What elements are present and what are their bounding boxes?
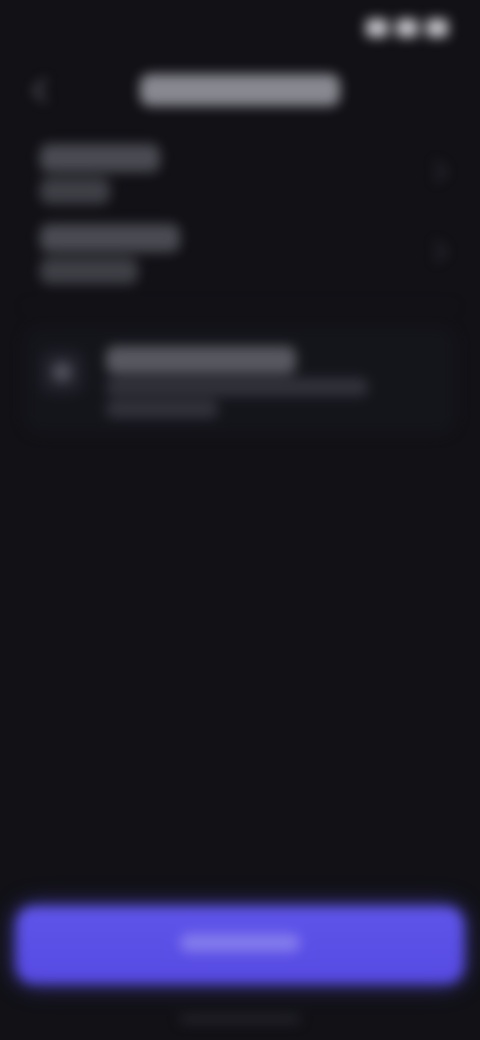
primary-action-button[interactable] bbox=[16, 906, 464, 984]
card-title bbox=[106, 346, 296, 374]
card-description-line bbox=[106, 400, 218, 418]
card-description-line bbox=[106, 378, 368, 396]
settings-row[interactable] bbox=[24, 134, 456, 214]
info-card bbox=[24, 326, 456, 434]
battery-icon bbox=[426, 19, 448, 37]
wifi-icon bbox=[396, 19, 418, 37]
row-title bbox=[40, 144, 160, 172]
status-icons bbox=[352, 14, 448, 42]
card-icon-container bbox=[40, 350, 84, 394]
row-subtitle bbox=[40, 178, 110, 204]
back-icon bbox=[31, 77, 57, 103]
page-title bbox=[140, 74, 340, 106]
header bbox=[0, 60, 480, 120]
settings-row[interactable] bbox=[24, 214, 456, 294]
info-icon bbox=[52, 362, 72, 382]
chevron-right-icon bbox=[425, 160, 448, 183]
status-time bbox=[32, 14, 116, 42]
primary-action-label bbox=[180, 933, 300, 952]
row-subtitle bbox=[40, 258, 138, 284]
signal-icon bbox=[366, 19, 388, 37]
status-bar bbox=[0, 0, 480, 60]
primary-action-container bbox=[16, 906, 464, 984]
row-title bbox=[40, 224, 180, 252]
blurred-content bbox=[0, 0, 480, 1040]
divider bbox=[24, 306, 456, 307]
chevron-right-icon bbox=[425, 240, 448, 263]
back-button[interactable] bbox=[26, 72, 62, 108]
app-screen bbox=[0, 0, 480, 1040]
home-indicator bbox=[180, 1016, 300, 1022]
